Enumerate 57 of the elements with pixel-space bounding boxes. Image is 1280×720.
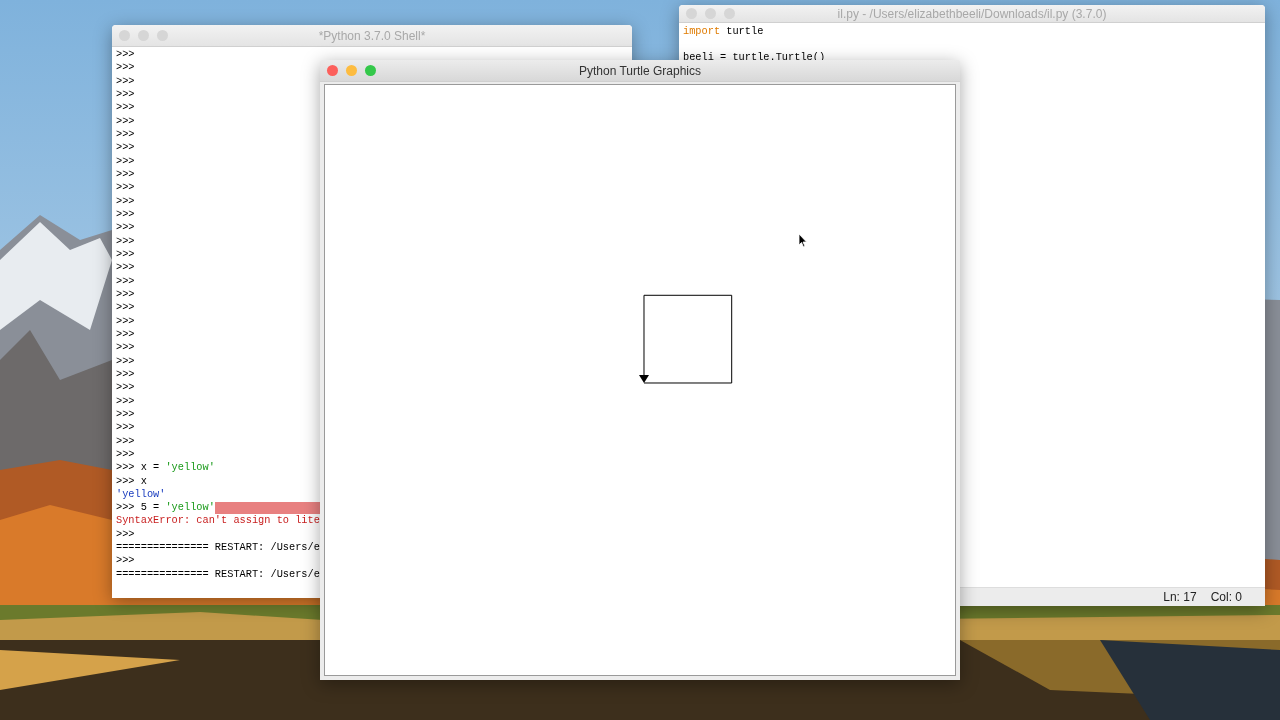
code-line: >>> x = 'yellow': [116, 461, 215, 475]
zoom-button[interactable]: [365, 65, 376, 76]
code-line: >>>: [116, 154, 135, 168]
code-line: >>>: [116, 327, 135, 342]
code-line: >>>: [116, 114, 135, 128]
code-line: >>>: [116, 341, 135, 355]
minimize-button[interactable]: [705, 8, 716, 19]
code-line: >>>: [116, 381, 135, 395]
code-line: >>>: [116, 101, 135, 115]
pointer-icon: [798, 233, 808, 248]
code-line: 'yellow': [116, 487, 166, 502]
code-line: >>>: [116, 74, 135, 88]
code-line: >>>: [116, 261, 135, 275]
line-number-status: Ln: 17: [1163, 590, 1197, 604]
zoom-button[interactable]: [724, 8, 735, 19]
code-line: beeli = turtle.Turtle(): [683, 50, 826, 64]
code-line: >>> x: [116, 474, 147, 488]
window-title: *Python 3.7.0 Shell*: [318, 28, 426, 43]
zoom-button[interactable]: [157, 30, 168, 41]
window-title: il.py - /Users/elizabethbeeli/Downloads/il.py (3.7.0): [837, 6, 1107, 21]
minimize-button[interactable]: [138, 30, 149, 41]
code-line: >>>: [116, 407, 135, 422]
code-line: >>>: [116, 421, 135, 435]
code-line: >>>: [116, 447, 135, 462]
code-line: >>>: [116, 194, 135, 208]
code-line: >>>: [116, 301, 135, 315]
code-line: >>>: [116, 127, 135, 142]
close-button[interactable]: [686, 8, 697, 19]
code-line: >>>: [116, 141, 135, 155]
code-line: >>>: [116, 234, 135, 248]
code-line: >>>: [116, 247, 135, 262]
code-line: =============== RESTART: /Users/e: [116, 567, 320, 582]
code-line: >>>: [116, 61, 135, 75]
close-button[interactable]: [119, 30, 130, 41]
code-line: >>>: [116, 394, 135, 408]
close-button[interactable]: [327, 65, 338, 76]
code-line: >>>: [116, 221, 135, 235]
code-line: >>>: [116, 88, 135, 102]
code-line: import turtle: [683, 25, 764, 38]
window-title: Python Turtle Graphics: [578, 63, 702, 78]
minimize-button[interactable]: [346, 65, 357, 76]
code-line: >>>: [116, 181, 135, 195]
code-line: >>>: [116, 527, 135, 542]
code-line: SyntaxError: can't assign to lite: [116, 514, 320, 528]
code-line: >>>: [116, 207, 135, 222]
turtle-arrow-icon: [639, 375, 649, 383]
code-line: >>>: [116, 367, 135, 382]
code-line: >>>: [116, 354, 135, 368]
code-line: >>>: [116, 434, 135, 448]
code-line: >>>: [116, 167, 135, 182]
column-status: Col: 0: [1210, 590, 1242, 604]
code-line: >>>: [116, 554, 135, 568]
code-line: >>>: [116, 48, 135, 62]
code-line: >>>: [116, 287, 135, 302]
code-line: >>>: [116, 314, 135, 328]
code-line: =============== RESTART: /Users/e: [116, 541, 320, 555]
code-line: >>>: [116, 274, 135, 288]
